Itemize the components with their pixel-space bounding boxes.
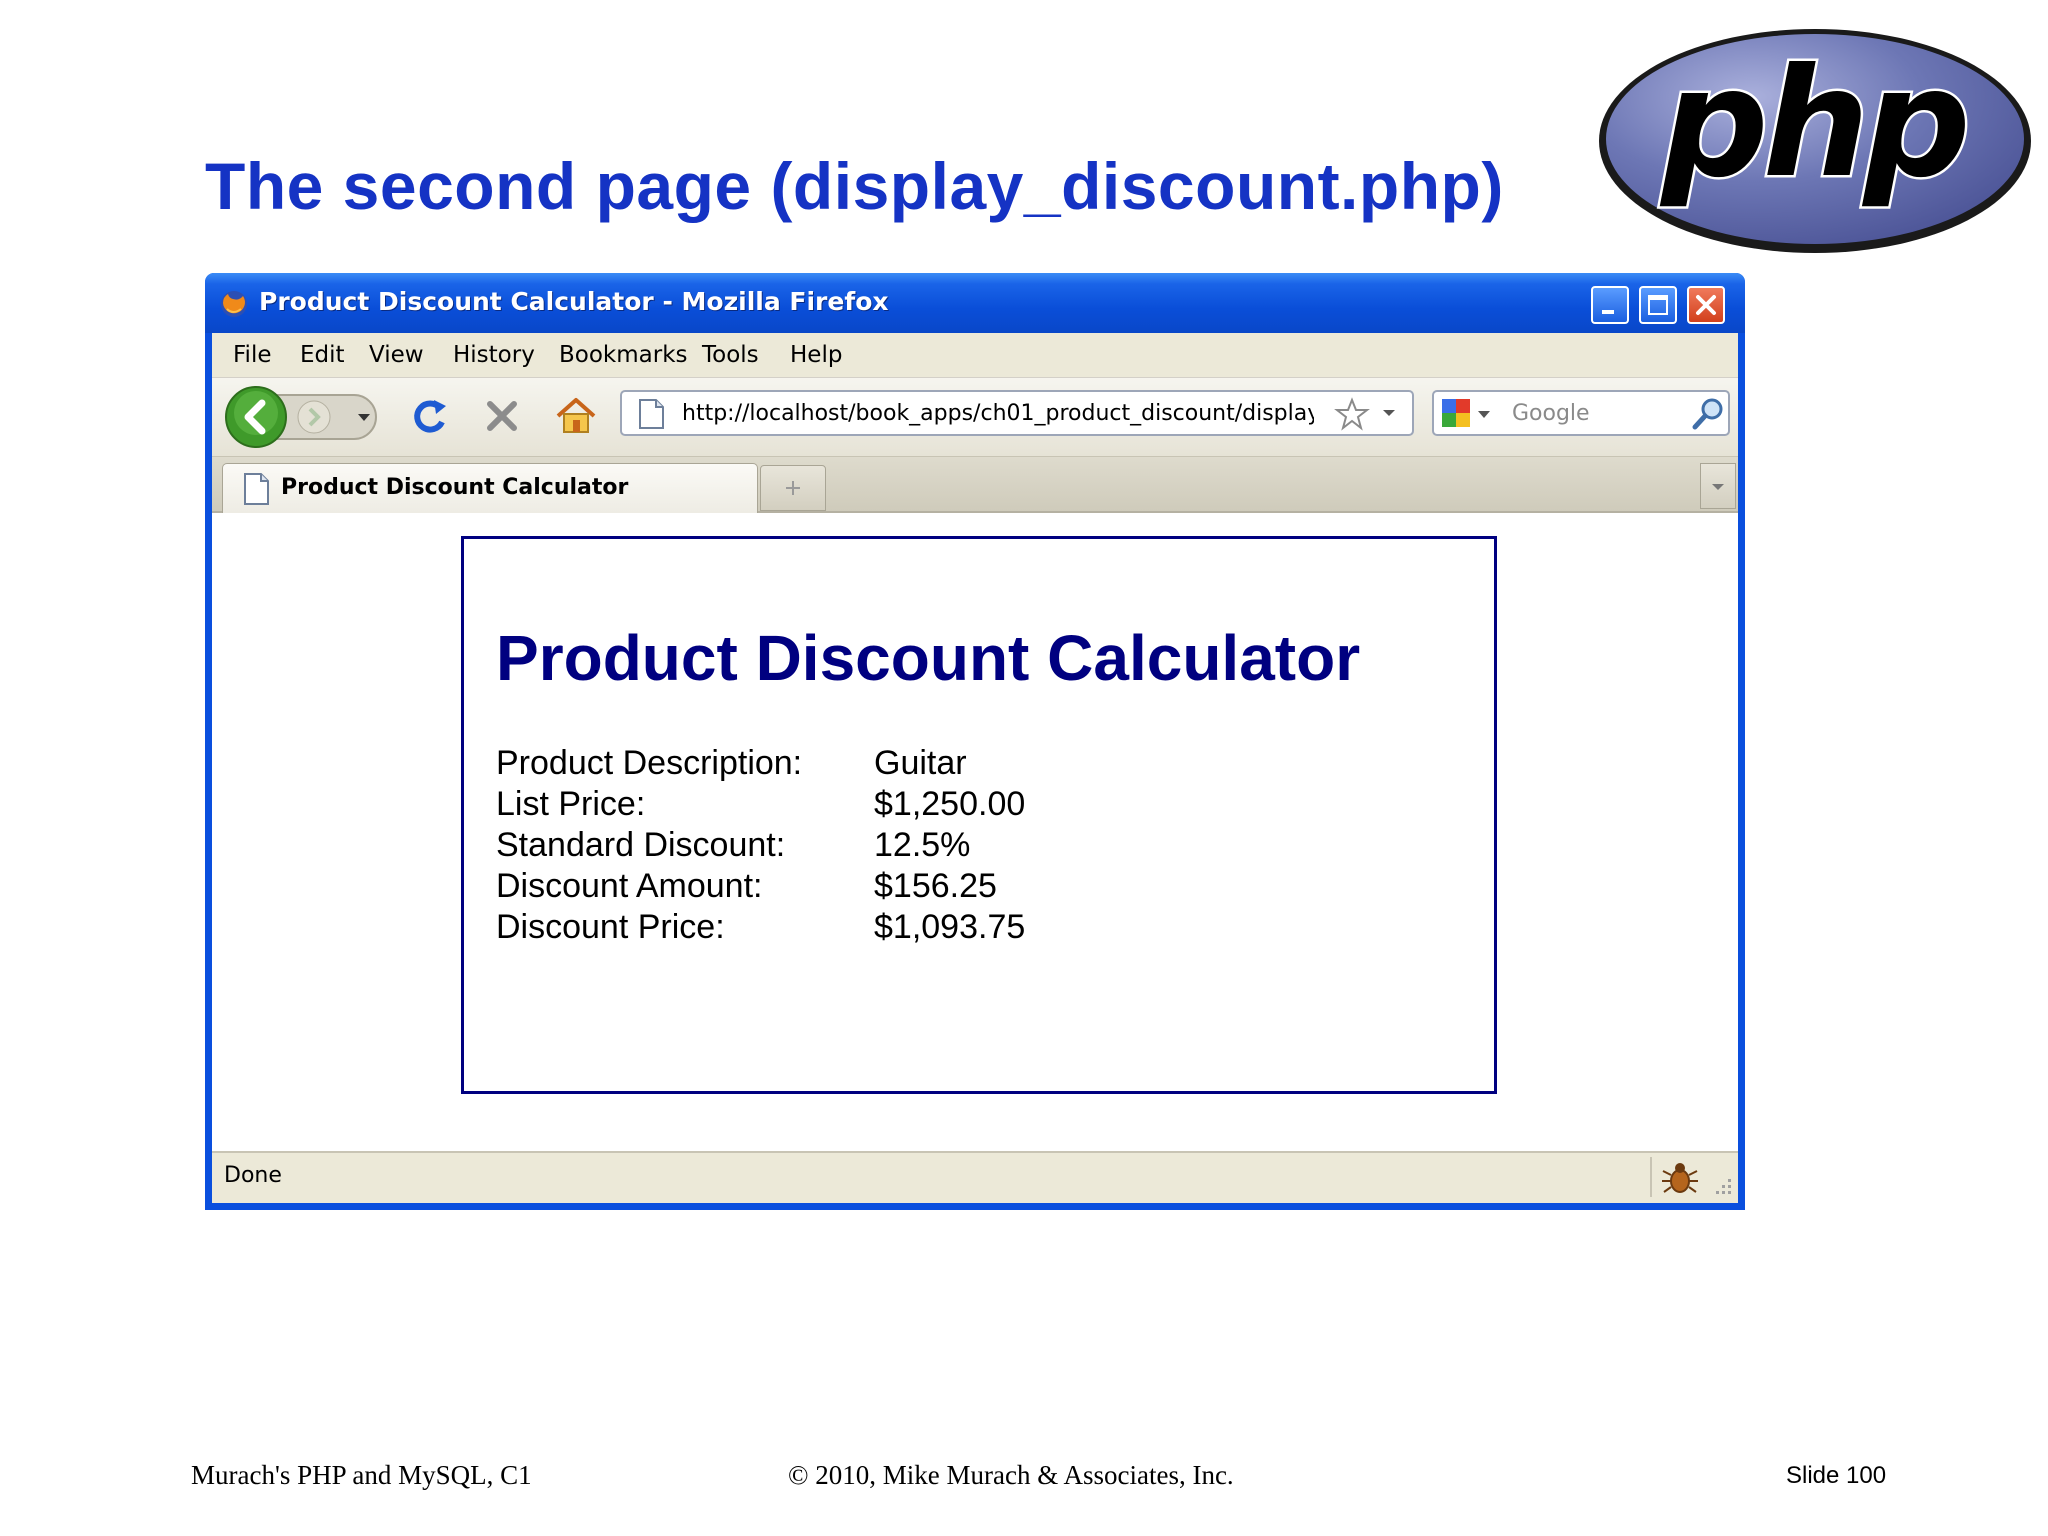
- menu-bookmarks[interactable]: Bookmarks: [559, 342, 688, 368]
- result-row: Product Description: Guitar: [496, 744, 1396, 785]
- calculator-panel: Product Discount Calculator Product Desc…: [461, 536, 1497, 1094]
- google-engine-icon[interactable]: [1440, 397, 1498, 431]
- chevron-down-icon: [1712, 484, 1724, 490]
- slide-title: The second page (display_discount.php): [205, 149, 1504, 223]
- url-text[interactable]: http://localhost/book_apps/ch01_product_…: [682, 401, 1314, 426]
- footer-copyright: © 2010, Mike Murach & Associates, Inc.: [788, 1460, 1234, 1490]
- menu-help[interactable]: Help: [790, 342, 842, 368]
- maximize-icon: [1648, 295, 1668, 315]
- status-divider: [1650, 1157, 1652, 1197]
- browser-window: Product Discount Calculator - Mozilla Fi…: [205, 273, 1745, 1210]
- page-icon: [639, 399, 664, 429]
- discount-amount-label: Discount Amount:: [496, 867, 763, 905]
- status-text: Done: [224, 1163, 282, 1188]
- discount-amount-value: $156.25: [874, 867, 997, 905]
- search-icon[interactable]: [1690, 396, 1726, 432]
- page-heading: Product Discount Calculator: [496, 622, 1361, 694]
- tab-list-button[interactable]: [1700, 463, 1736, 509]
- navigation-toolbar: http://localhost/book_apps/ch01_product_…: [212, 378, 1738, 457]
- tab-page-icon: [244, 473, 269, 505]
- page-content: Product Discount Calculator Product Desc…: [212, 513, 1738, 1151]
- discount-price-label: Discount Price:: [496, 908, 725, 946]
- list-price-value: $1,250.00: [874, 785, 1026, 823]
- standard-discount-value: 12.5%: [874, 826, 971, 864]
- search-placeholder: Google: [1512, 401, 1590, 426]
- bug-icon[interactable]: [1660, 1159, 1700, 1197]
- product-description-label: Product Description:: [496, 744, 803, 782]
- firefox-icon: [221, 291, 247, 317]
- menu-bar: File Edit View History Bookmarks Tools H…: [212, 333, 1738, 378]
- php-logo: php: [1599, 29, 2031, 253]
- new-tab-button[interactable]: [760, 465, 826, 511]
- menu-view[interactable]: View: [369, 342, 424, 368]
- bookmark-star-icon[interactable]: [1334, 397, 1370, 431]
- menu-tools[interactable]: Tools: [702, 342, 759, 368]
- close-button[interactable]: [1687, 286, 1725, 324]
- result-row: List Price: $1,250.00: [496, 785, 1396, 826]
- discount-price-value: $1,093.75: [874, 908, 1026, 946]
- minimize-icon: [1602, 310, 1614, 314]
- window-titlebar[interactable]: Product Discount Calculator - Mozilla Fi…: [205, 273, 1745, 333]
- search-bar[interactable]: Google: [1432, 390, 1730, 436]
- close-icon: [1696, 295, 1716, 315]
- tab-bar: Product Discount Calculator: [212, 457, 1738, 513]
- result-row: Discount Price: $1,093.75: [496, 908, 1396, 949]
- resize-grip-icon[interactable]: [1712, 1175, 1734, 1197]
- back-forward-group: [225, 386, 377, 448]
- stop-icon[interactable]: [480, 394, 524, 438]
- home-icon[interactable]: [552, 392, 600, 440]
- tab-label: Product Discount Calculator: [281, 475, 629, 500]
- reload-icon[interactable]: [408, 394, 452, 438]
- status-bar: Done: [212, 1151, 1738, 1203]
- product-description-value: Guitar: [874, 744, 967, 782]
- maximize-button[interactable]: [1639, 286, 1677, 324]
- standard-discount-label: Standard Discount:: [496, 826, 786, 864]
- plus-icon: [786, 481, 800, 495]
- window-title: Product Discount Calculator - Mozilla Fi…: [259, 287, 889, 316]
- browser-client-area: File Edit View History Bookmarks Tools H…: [212, 333, 1738, 1203]
- back-button[interactable]: [225, 386, 287, 448]
- menu-history[interactable]: History: [453, 342, 535, 368]
- php-logo-text: php: [1659, 37, 1965, 211]
- minimize-button[interactable]: [1591, 286, 1629, 324]
- list-price-label: List Price:: [496, 785, 646, 823]
- slide-number: Slide 100: [1786, 1462, 1887, 1489]
- tab-product-discount-calculator[interactable]: Product Discount Calculator: [222, 463, 758, 513]
- menu-file[interactable]: File: [233, 342, 272, 368]
- forward-button[interactable]: [297, 400, 331, 434]
- url-dropdown-icon[interactable]: [1380, 406, 1398, 420]
- footer-book-title: Murach's PHP and MySQL, C1: [191, 1460, 532, 1490]
- menu-edit[interactable]: Edit: [300, 342, 345, 368]
- address-bar[interactable]: http://localhost/book_apps/ch01_product_…: [620, 390, 1414, 436]
- result-row: Standard Discount: 12.5%: [496, 826, 1396, 867]
- result-row: Discount Amount: $156.25: [496, 867, 1396, 908]
